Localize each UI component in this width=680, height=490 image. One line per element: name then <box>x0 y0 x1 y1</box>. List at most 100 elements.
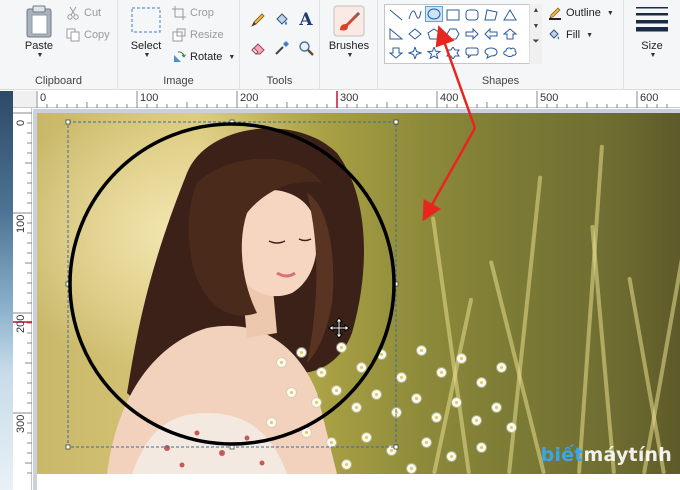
resize-handle <box>393 119 399 125</box>
ribbon: Paste ▼ Cut Copy Clipboard Select ▼ Crop… <box>0 0 680 90</box>
oval-shape-icon[interactable] <box>425 6 443 22</box>
rotate-icon <box>174 51 186 62</box>
h-tick-label: 600 <box>640 92 659 104</box>
fill-bucket-small-icon <box>549 29 560 40</box>
h-tick-label: 300 <box>340 92 359 104</box>
rectangle-shape-icon[interactable] <box>444 7 462 23</box>
paste-label: Paste <box>24 40 54 52</box>
select-rectangle-icon <box>131 7 161 33</box>
size-label: Size <box>641 40 663 52</box>
right-triangle-shape-icon[interactable] <box>387 26 405 42</box>
vertical-ruler: 0 100 200 300 <box>13 108 32 490</box>
watermark-part2: máytính <box>583 444 672 466</box>
oval-callout-shape-icon[interactable] <box>482 45 500 61</box>
copy-icon <box>66 28 80 42</box>
copy-label: Copy <box>84 29 110 41</box>
cut-button[interactable]: Cut <box>66 6 101 20</box>
scroll-up-icon[interactable]: ▲ <box>530 7 542 14</box>
crop-icon <box>172 6 186 20</box>
crop-button[interactable]: Crop <box>172 6 214 20</box>
canvas-bottom-margin <box>37 474 680 490</box>
resize-handle <box>65 119 71 125</box>
h-tick-label: 0 <box>40 92 47 104</box>
move-cursor-icon <box>328 317 350 339</box>
v-tick-label: 300 <box>15 414 27 433</box>
brushes-group: Brushes ▼ <box>320 0 378 90</box>
fill-button[interactable]: Fill ▼ <box>548 28 593 42</box>
rotate-button[interactable]: Rotate ▼ <box>172 50 235 64</box>
curve-shape-icon[interactable] <box>406 7 424 23</box>
rotate-dropdown-icon[interactable]: ▼ <box>228 54 235 61</box>
image-canvas[interactable]: biếtmáytính <box>37 113 680 474</box>
right-arrow-shape-icon[interactable] <box>463 26 481 42</box>
shapes-gallery-scrollbar[interactable]: ▲ ▼ ⏷ <box>529 4 542 64</box>
paste-button[interactable]: Paste ▼ <box>16 4 62 59</box>
brushes-button[interactable]: Brushes ▼ <box>324 4 374 59</box>
watermark-part1: biết <box>540 444 584 466</box>
image-group-label: Image <box>163 75 194 87</box>
resize-handle <box>393 444 399 450</box>
copy-button[interactable]: Copy <box>66 28 110 42</box>
h-tick-label: 500 <box>540 92 559 104</box>
fill-label: Fill <box>566 29 581 41</box>
drawn-oval-layer <box>65 119 399 450</box>
paste-icon <box>26 5 52 38</box>
polygon-shape-icon[interactable] <box>482 7 500 23</box>
fill-dropdown-icon[interactable]: ▼ <box>586 32 593 39</box>
color-picker-icon[interactable] <box>272 38 292 58</box>
ruler-corner <box>13 91 36 108</box>
brush-icon <box>333 5 365 37</box>
outline-button[interactable]: Outline ▼ <box>548 6 614 20</box>
scissors-icon <box>67 6 79 20</box>
rotate-label: Rotate <box>190 51 223 63</box>
five-point-star-shape-icon[interactable] <box>425 45 443 61</box>
magnifier-icon[interactable] <box>296 38 316 58</box>
select-dropdown-icon[interactable]: ▼ <box>128 52 166 59</box>
desktop-edge <box>0 91 13 490</box>
h-tick-label: 400 <box>440 92 459 104</box>
hexagon-shape-icon[interactable] <box>444 26 462 42</box>
scroll-down-icon[interactable]: ▼ <box>530 23 542 30</box>
eraser-icon[interactable] <box>248 38 268 58</box>
rounded-callout-shape-icon[interactable] <box>463 45 481 61</box>
cut-label: Cut <box>84 7 102 19</box>
brushes-label: Brushes <box>328 40 370 52</box>
rounded-rectangle-shape-icon[interactable] <box>463 7 481 23</box>
size-group: Size ▼ <box>624 0 680 90</box>
watermark: biếtmáytính <box>541 444 672 466</box>
size-dropdown-icon[interactable]: ▼ <box>632 52 674 59</box>
v-tick-label: 200 <box>15 314 27 333</box>
triangle-shape-icon[interactable] <box>501 7 519 23</box>
cloud-callout-shape-icon[interactable] <box>501 45 519 61</box>
drawn-oval <box>68 122 396 446</box>
select-button[interactable]: Select ▼ <box>126 6 166 59</box>
expand-gallery-icon[interactable]: ⏷ <box>530 36 542 47</box>
brushes-dropdown-icon[interactable]: ▼ <box>326 52 374 59</box>
outline-dropdown-icon[interactable]: ▼ <box>607 10 614 17</box>
resize-button[interactable]: Resize <box>172 28 224 42</box>
up-arrow-shape-icon[interactable] <box>501 26 519 42</box>
line-width-icon <box>636 7 668 32</box>
pencil-icon[interactable] <box>248 10 268 30</box>
horizontal-ruler: 0 100 200 300 400 500 600 <box>36 91 680 108</box>
crop-label: Crop <box>190 7 214 19</box>
paste-dropdown-icon[interactable]: ▼ <box>18 52 62 59</box>
shapes-group-label: Shapes <box>481 75 520 87</box>
h-tick-label: 100 <box>140 92 159 104</box>
fill-bucket-icon[interactable] <box>272 10 292 30</box>
six-point-star-shape-icon[interactable] <box>444 45 462 61</box>
diamond-shape-icon[interactable] <box>406 26 424 42</box>
line-shape-icon[interactable] <box>387 7 405 23</box>
four-point-star-shape-icon[interactable] <box>406 45 424 61</box>
pentagon-shape-icon[interactable] <box>425 26 443 42</box>
left-arrow-shape-icon[interactable] <box>482 26 500 42</box>
text-tool-icon[interactable]: A <box>296 10 316 30</box>
clipboard-group: Paste ▼ Cut Copy Clipboard <box>0 0 118 90</box>
down-arrow-shape-icon[interactable] <box>387 45 405 61</box>
resize-icon <box>172 28 186 42</box>
v-tick-label: 100 <box>15 214 27 233</box>
v-tick-label: 0 <box>15 119 27 126</box>
select-label: Select <box>130 40 162 52</box>
clipboard-group-label: Clipboard <box>34 75 83 87</box>
size-button[interactable]: Size ▼ <box>630 6 674 59</box>
